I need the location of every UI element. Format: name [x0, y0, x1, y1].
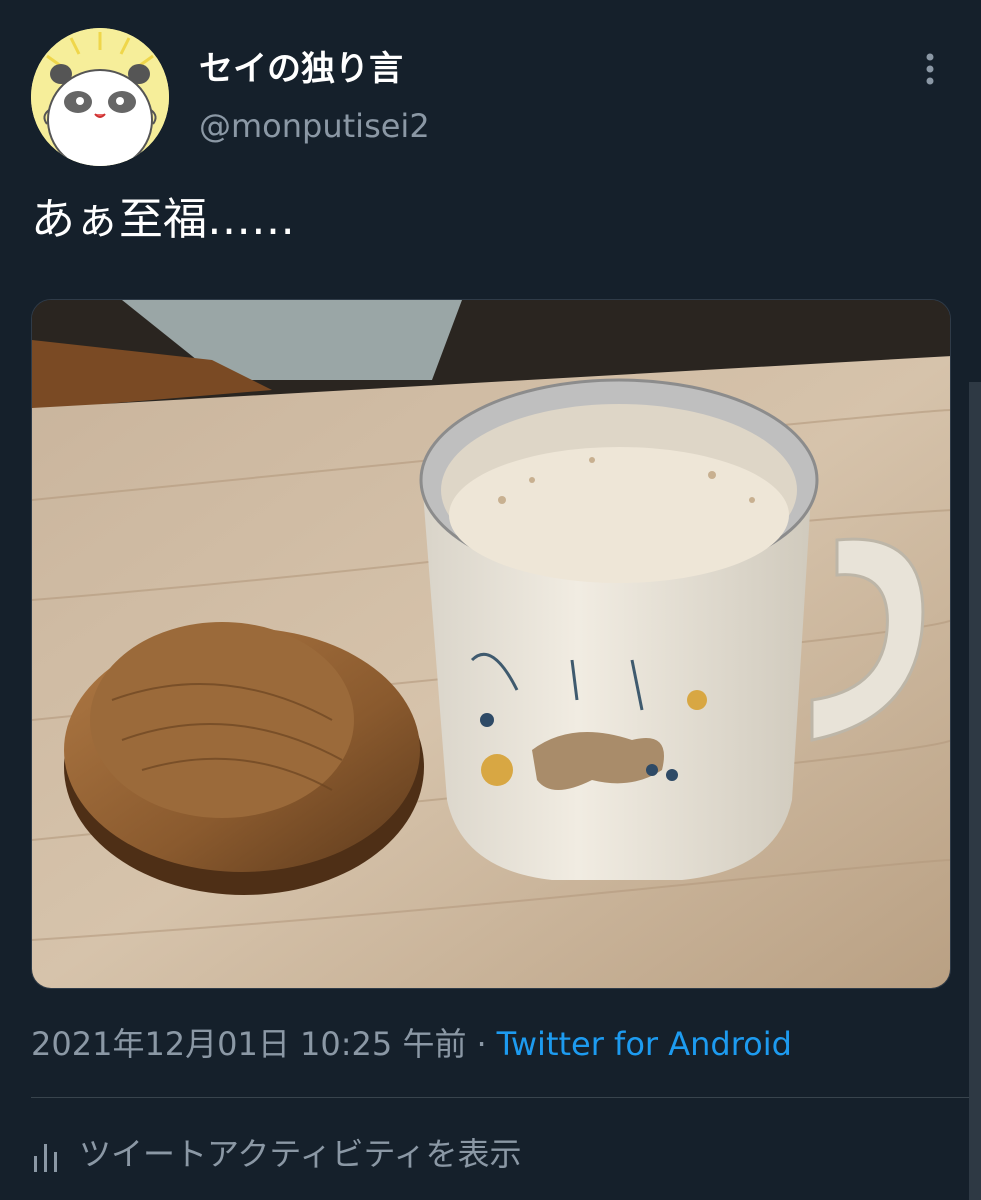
source-link[interactable]: Twitter for Android	[497, 1025, 792, 1063]
analytics-icon	[34, 1144, 57, 1172]
activity-label: ツイートアクティビティを表示	[79, 1135, 522, 1173]
avatar[interactable]	[31, 28, 169, 166]
photo-mug-and-lid	[32, 300, 950, 988]
tweet-detail: セイの独り言 @monputisei2 あぁ至福…… 2021年12月01日 1…	[0, 0, 981, 1200]
timestamp[interactable]: 2021年12月01日 10:25 午前	[31, 1025, 466, 1063]
tweet-meta: 2021年12月01日 10:25 午前 · Twitter for Android	[31, 1023, 792, 1065]
tweet-text: あぁ至福……	[31, 194, 295, 245]
tweet-photo[interactable]	[31, 299, 951, 989]
display-name[interactable]: セイの独り言	[199, 48, 403, 90]
user-handle[interactable]: @monputisei2	[199, 106, 430, 146]
scrollbar[interactable]	[969, 382, 981, 1200]
view-tweet-activity[interactable]: ツイートアクティビティを表示	[31, 1132, 522, 1176]
meta-separator: ·	[476, 1025, 487, 1063]
divider	[31, 1097, 981, 1098]
more-vertical-icon	[926, 53, 934, 85]
avatar-character-icon	[31, 28, 169, 166]
more-options-button[interactable]	[910, 48, 950, 88]
